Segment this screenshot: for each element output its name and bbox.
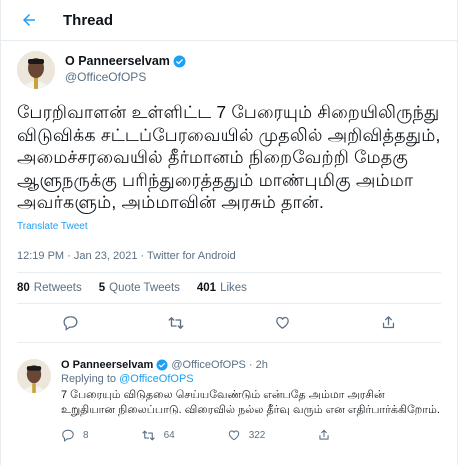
reply-author-handle[interactable]: @OfficeOfOPS <box>171 359 246 371</box>
like-count: 322 <box>248 429 266 441</box>
retweet-count: 64 <box>163 429 175 441</box>
main-tweet: O Panneerselvam @OfficeOfOPS பேரறிவாளன் … <box>1 41 457 303</box>
reply-retweet-action[interactable]: 64 <box>141 428 175 443</box>
reply-icon <box>62 429 74 442</box>
verified-badge-icon <box>156 359 168 370</box>
reply-time[interactable]: · 2h <box>249 359 268 371</box>
tweet-meta[interactable]: 12:19 PM · Jan 23, 2021 · Twitter for An… <box>17 250 441 262</box>
retweet-icon <box>141 430 155 440</box>
replying-to: Replying to @OfficeOfOPS <box>61 373 441 385</box>
reply-tweet[interactable]: O Panneerselvam @OfficeOfOPS · 2h Replyi… <box>1 351 457 443</box>
reply-like-action[interactable]: 322 <box>227 428 266 442</box>
like-icon <box>228 430 239 441</box>
reply-reply-action[interactable]: 8 <box>61 428 89 442</box>
replying-prefix: Replying to <box>61 372 120 385</box>
reply-actions: 8 64 322 <box>61 428 441 443</box>
tweet-actions <box>17 302 441 343</box>
quotes-stat[interactable]: 5 Quote Tweets <box>99 282 180 294</box>
translate-link[interactable]: Translate Tweet <box>17 221 441 232</box>
avatar[interactable] <box>17 51 55 89</box>
thread-frame: Thread O Panneerselvam @OfficeOfOPS பேரற… <box>0 0 458 465</box>
tweet-stats: 80 Retweets 5 Quote Tweets 401 Likes <box>17 271 441 303</box>
replying-to-link[interactable]: @OfficeOfOPS <box>119 373 194 385</box>
share-icon[interactable] <box>379 314 397 332</box>
tweet-author[interactable]: O Panneerselvam @OfficeOfOPS <box>17 51 441 89</box>
reply-share-action[interactable] <box>317 428 331 442</box>
reply-avatar[interactable] <box>17 358 51 393</box>
header-bar: Thread <box>1 0 457 41</box>
reply-text: 7 பேரையும் விடுதலை செய்யவேண்டும் என்பதே … <box>61 388 440 416</box>
reply-author-name[interactable]: O Panneerselvam <box>61 359 153 371</box>
reply-count: 8 <box>83 429 89 441</box>
retweet-icon[interactable] <box>167 314 185 332</box>
verified-badge-icon <box>173 55 186 67</box>
author-name[interactable]: O Panneerselvam <box>65 54 170 68</box>
back-arrow-icon[interactable] <box>19 10 39 30</box>
page-title: Thread <box>63 11 114 29</box>
likes-stat[interactable]: 401 Likes <box>197 282 247 294</box>
like-icon[interactable] <box>273 314 291 332</box>
share-icon <box>319 429 329 440</box>
tweet-text: பேரறிவாளன் உள்ளிட்ட 7 பேரையும் சிறையிலிர… <box>17 102 441 212</box>
reply-icon[interactable] <box>61 314 79 332</box>
author-handle[interactable]: @OfficeOfOPS <box>65 70 186 84</box>
retweets-stat[interactable]: 80 Retweets <box>17 282 82 294</box>
